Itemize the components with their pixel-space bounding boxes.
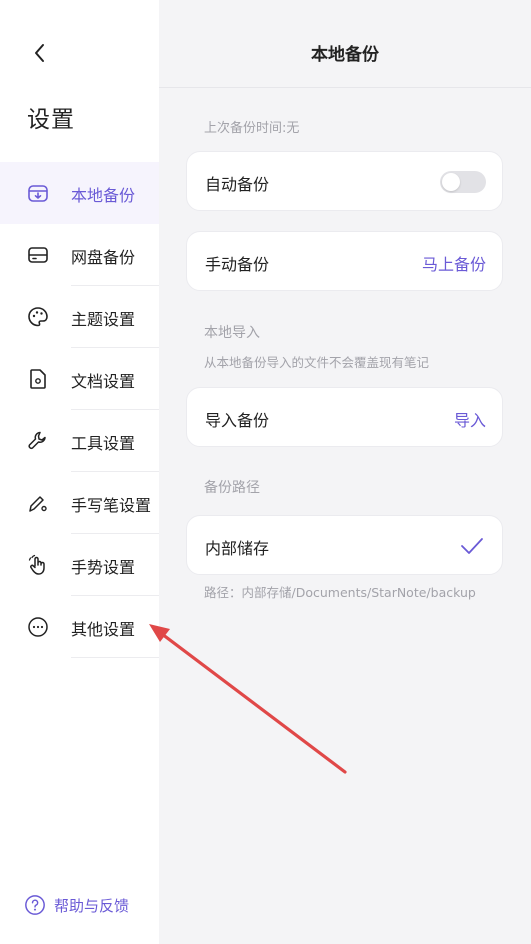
divider: [71, 657, 159, 658]
back-button[interactable]: [26, 38, 56, 68]
sidebar-item-theme[interactable]: 主题设置: [0, 286, 159, 348]
sidebar-item-tools[interactable]: 工具设置: [0, 410, 159, 472]
toggle-knob: [442, 173, 460, 191]
sidebar: 设置 本地备份 网盘备份 主题设置 文档设置 工具设置 手写笔设置 手势设置 其…: [0, 0, 159, 944]
sidebar-item-label: 工具设置: [71, 434, 136, 453]
sidebar-nav: 本地备份 网盘备份 主题设置 文档设置 工具设置 手写笔设置 手势设置 其他设置: [0, 162, 159, 658]
last-backup-time: 上次备份时间:无: [204, 121, 300, 136]
help-feedback-link[interactable]: 帮助与反馈: [24, 894, 129, 916]
sidebar-item-label: 网盘备份: [71, 248, 136, 267]
sidebar-item-document[interactable]: 文档设置: [0, 348, 159, 410]
sidebar-item-local-backup[interactable]: 本地备份: [0, 162, 159, 224]
backup-path-text: 路径：内部存储/Documents/StarNote/backup: [204, 585, 476, 600]
sidebar-title: 设置: [27, 107, 75, 133]
main-panel: 本地备份 上次备份时间:无 自动备份 手动备份 马上备份 本地导入 从本地备份导…: [159, 0, 531, 944]
cloud-drive-icon: [28, 247, 48, 263]
sidebar-item-gesture[interactable]: 手势设置: [0, 534, 159, 596]
sidebar-item-other[interactable]: 其他设置: [0, 596, 159, 658]
sidebar-item-label: 其他设置: [71, 620, 136, 639]
header: 本地备份: [159, 0, 531, 88]
chevron-left-icon: [35, 44, 44, 62]
sidebar-item-label: 主题设置: [71, 310, 136, 329]
page-title: 本地备份: [311, 45, 379, 65]
sidebar-item-label: 手写笔设置: [71, 496, 152, 515]
import-backup-label: 导入备份: [205, 411, 270, 430]
internal-storage-option[interactable]: 内部储存: [186, 515, 503, 575]
import-button[interactable]: 导入: [454, 407, 486, 431]
backup-now-button[interactable]: 马上备份: [422, 251, 486, 275]
hand-gesture-icon: [28, 554, 45, 575]
sidebar-item-cloud-backup[interactable]: 网盘备份: [0, 224, 159, 286]
import-backup-row: 导入备份 导入: [186, 387, 503, 447]
internal-storage-label: 内部储存: [205, 539, 270, 558]
sidebar-item-pen[interactable]: 手写笔设置: [0, 472, 159, 534]
import-section-title: 本地导入: [204, 325, 260, 341]
sidebar-item-label: 本地备份: [71, 186, 136, 205]
manual-backup-label: 手动备份: [205, 255, 270, 274]
import-note: 从本地备份导入的文件不会覆盖现有笔记: [204, 355, 430, 370]
manual-backup-row: 手动备份 马上备份: [186, 231, 503, 291]
local-backup-icon: [28, 185, 48, 202]
pen-gear-icon: [29, 496, 47, 512]
document-gear-icon: [30, 369, 46, 389]
checkmark-icon: [461, 538, 483, 554]
sidebar-item-label: 文档设置: [71, 372, 136, 391]
more-circle-icon: [28, 617, 48, 637]
help-circle-icon: [25, 895, 45, 915]
auto-backup-label: 自动备份: [205, 175, 270, 194]
auto-backup-row: 自动备份: [186, 151, 503, 211]
backup-path-section-title: 备份路径: [204, 480, 260, 496]
auto-backup-toggle[interactable]: [440, 171, 486, 193]
wrench-icon: [28, 431, 46, 450]
help-feedback-label: 帮助与反馈: [54, 896, 130, 915]
palette-icon: [28, 307, 48, 327]
sidebar-item-label: 手势设置: [71, 558, 136, 577]
